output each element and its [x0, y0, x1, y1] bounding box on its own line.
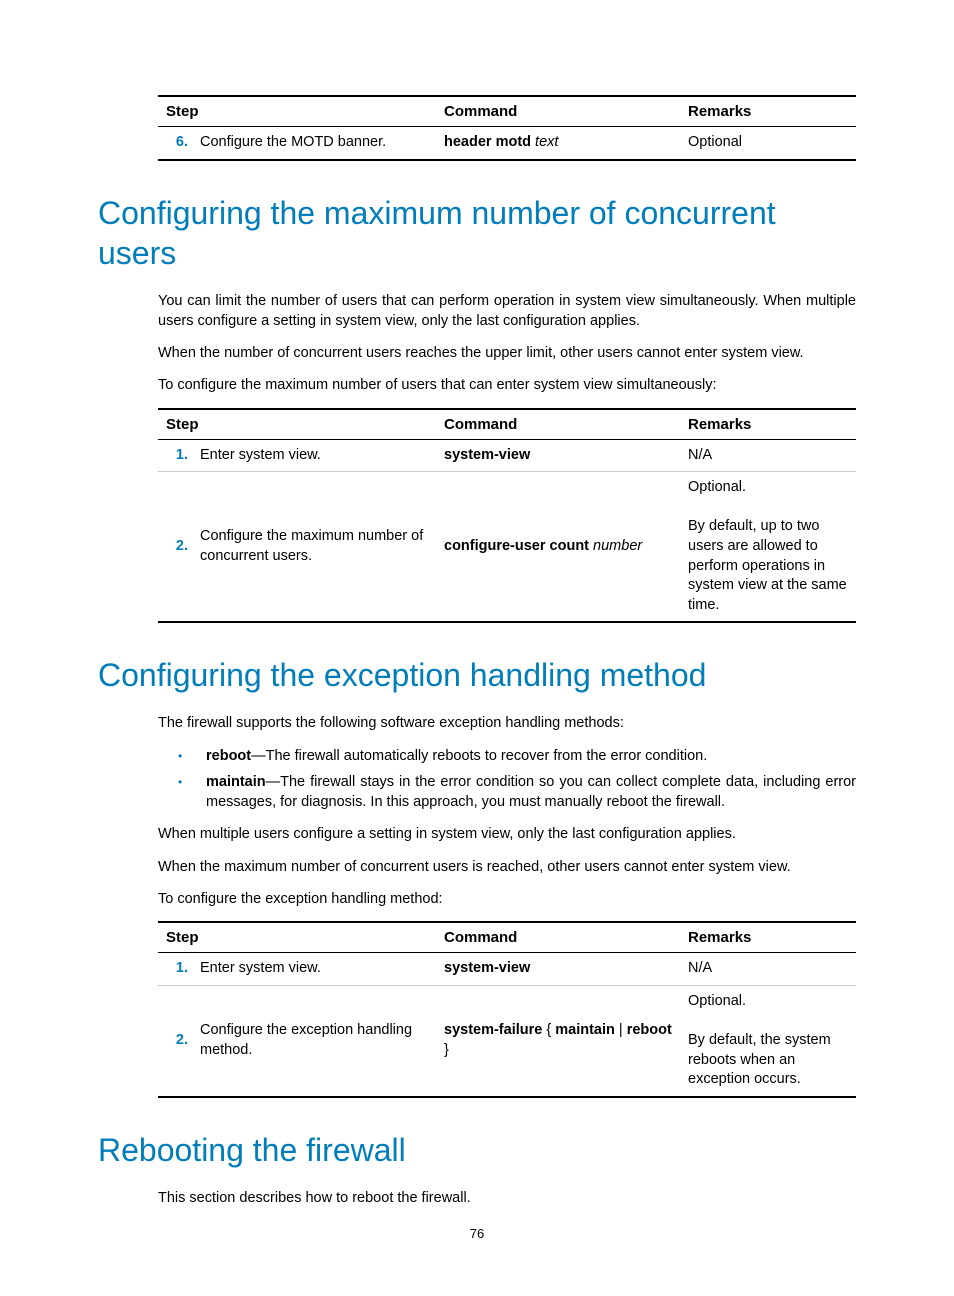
command-cell: system-view: [436, 439, 680, 472]
command-cell: header motd text: [436, 127, 680, 160]
table-row: 2. Configure the maximum number of concu…: [158, 472, 856, 622]
step-number: 1.: [158, 953, 192, 986]
command-text: {: [546, 1022, 555, 1038]
col-remarks: Remarks: [680, 409, 856, 440]
paragraph: When multiple users configure a setting …: [98, 824, 856, 844]
remarks-cell: N/A: [680, 439, 856, 472]
exception-handling-table: Step Command Remarks 1. Enter system vie…: [158, 921, 856, 1097]
heading-concurrent-users: Configuring the maximum number of concur…: [98, 193, 856, 273]
remarks-line: By default, the system reboots when an e…: [688, 1032, 831, 1087]
remarks-line: Optional.: [688, 479, 746, 495]
table-row: 1. Enter system view. system-view N/A: [158, 953, 856, 986]
col-step: Step: [158, 96, 436, 127]
col-command: Command: [436, 922, 680, 953]
table-row: 2. Configure the exception handling meth…: [158, 985, 856, 1096]
list-bold: maintain: [206, 774, 266, 790]
col-remarks: Remarks: [680, 922, 856, 953]
col-command: Command: [436, 409, 680, 440]
table-row: 6. Configure the MOTD banner. header mot…: [158, 127, 856, 160]
col-step: Step: [158, 409, 436, 440]
paragraph: When the maximum number of concurrent us…: [98, 857, 856, 877]
command-text: }: [444, 1042, 449, 1058]
step-text: Enter system view.: [192, 439, 436, 472]
list-text: —The firewall stays in the error conditi…: [206, 774, 856, 810]
remarks-cell: Optional. By default, up to two users ar…: [680, 472, 856, 622]
concurrent-users-table: Step Command Remarks 1. Enter system vie…: [158, 408, 856, 624]
step-number: 2.: [158, 472, 192, 622]
col-remarks: Remarks: [680, 96, 856, 127]
command-bold: header motd: [444, 134, 531, 150]
paragraph: To configure the exception handling meth…: [98, 889, 856, 909]
list-item: maintain—The firewall stays in the error…: [178, 772, 856, 813]
step-number: 2.: [158, 985, 192, 1096]
motd-table: Step Command Remarks 6. Configure the MO…: [158, 95, 856, 161]
remarks-cell: N/A: [680, 953, 856, 986]
list-text: —The firewall automatically reboots to r…: [251, 748, 707, 764]
col-command: Command: [436, 96, 680, 127]
step-text: Enter system view.: [192, 953, 436, 986]
list-item: reboot—The firewall automatically reboot…: [178, 746, 856, 766]
table-header-row: Step Command Remarks: [158, 922, 856, 953]
remarks-cell: Optional. By default, the system reboots…: [680, 985, 856, 1096]
command-bold: configure-user count: [444, 538, 589, 554]
command-cell: configure-user count number: [436, 472, 680, 622]
command-bold: system-view: [444, 960, 530, 976]
table-header-row: Step Command Remarks: [158, 96, 856, 127]
heading-exception-handling: Configuring the exception handling metho…: [98, 655, 856, 695]
command-italic: text: [535, 134, 558, 150]
command-bold: system-failure: [444, 1022, 542, 1038]
remarks-cell: Optional: [680, 127, 856, 160]
method-list: reboot—The firewall automatically reboot…: [98, 746, 856, 813]
step-text: Configure the MOTD banner.: [192, 127, 436, 160]
table-header-row: Step Command Remarks: [158, 409, 856, 440]
command-italic: number: [593, 538, 642, 554]
paragraph: To configure the maximum number of users…: [98, 375, 856, 395]
list-bold: reboot: [206, 748, 251, 764]
step-text: Configure the exception handling method.: [192, 985, 436, 1096]
command-bold: reboot: [627, 1022, 672, 1038]
table-row: 1. Enter system view. system-view N/A: [158, 439, 856, 472]
step-number: 1.: [158, 439, 192, 472]
command-bold: maintain: [555, 1022, 615, 1038]
paragraph: This section describes how to reboot the…: [98, 1188, 856, 1208]
step-number: 6.: [158, 127, 192, 160]
remarks-line: By default, up to two users are allowed …: [688, 518, 847, 612]
remarks-line: Optional.: [688, 993, 746, 1009]
command-bold: system-view: [444, 447, 530, 463]
paragraph: You can limit the number of users that c…: [98, 291, 856, 332]
col-step: Step: [158, 922, 436, 953]
step-text: Configure the maximum number of concurre…: [192, 472, 436, 622]
command-text: |: [615, 1022, 627, 1038]
paragraph: The firewall supports the following soft…: [98, 713, 856, 733]
paragraph: When the number of concurrent users reac…: [98, 343, 856, 363]
command-cell: system-failure { maintain | reboot }: [436, 985, 680, 1096]
command-cell: system-view: [436, 953, 680, 986]
page-number: 76: [0, 1226, 954, 1241]
heading-rebooting-firewall: Rebooting the firewall: [98, 1130, 856, 1170]
